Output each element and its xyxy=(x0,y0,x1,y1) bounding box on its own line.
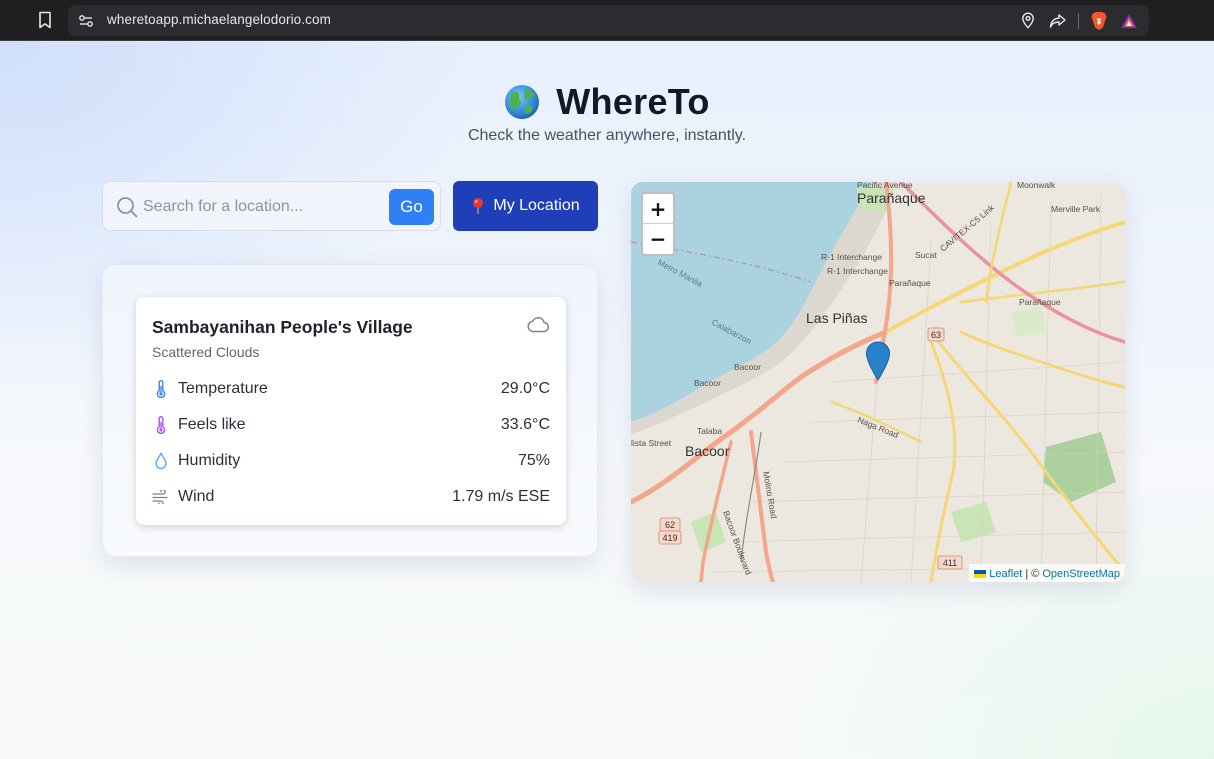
weather-row-humidity: Humidity 75% xyxy=(152,449,550,473)
my-location-label: My Location xyxy=(493,197,580,214)
route-419-label: 419 xyxy=(662,533,677,543)
paranaque-label: Parañaque xyxy=(857,190,926,206)
thermometer-icon xyxy=(152,415,170,435)
feels-like-value: 33.6°C xyxy=(500,416,550,433)
brave-rewards-icon[interactable] xyxy=(1119,11,1139,31)
cloud-icon xyxy=(527,317,550,333)
app-page: WhereTo Check the weather anywhere, inst… xyxy=(0,41,1214,759)
route-63-label: 63 xyxy=(931,330,941,340)
route-62-label: 62 xyxy=(665,520,675,530)
location-marker-icon[interactable] xyxy=(865,341,891,381)
zoom-out-button[interactable]: − xyxy=(643,224,673,254)
app-subtitle: Check the weather anywhere, instantly. xyxy=(467,127,747,144)
pacific-avenue-label: Pacific Avenue xyxy=(857,182,913,190)
weather-panel: Sambayanihan People's Village Scattered … xyxy=(102,264,598,557)
las-pinas-label: Las Piñas xyxy=(806,310,867,326)
globe-icon xyxy=(505,85,540,119)
temperature-value: 29.0°C xyxy=(500,380,550,397)
bacoor-road2-label: Bacoor xyxy=(694,378,721,388)
r1-interchange-b-label: R-1 Interchange xyxy=(827,266,888,276)
weather-row-feels-like: Feels like 33.6°C xyxy=(152,413,550,437)
merville-park-label: Merville Park xyxy=(1051,204,1101,214)
bookmark-icon[interactable] xyxy=(34,9,56,31)
toolbar-divider xyxy=(1078,12,1079,29)
moonwalk-label: Moonwalk xyxy=(1017,182,1056,190)
leaflet-link[interactable]: Leaflet xyxy=(989,568,1022,580)
brave-shields-icon[interactable] xyxy=(1089,11,1109,31)
pushpin-icon xyxy=(473,198,484,214)
share-icon[interactable] xyxy=(1048,11,1068,31)
site-settings-icon[interactable] xyxy=(78,13,94,29)
search-input[interactable] xyxy=(143,195,383,219)
wind-icon xyxy=(152,487,170,507)
weather-row-temperature: Temperature 29.0°C xyxy=(152,377,550,401)
route-411-label: 411 xyxy=(943,558,957,568)
wind-value: 1.79 m/s ESE xyxy=(452,488,550,505)
r1-interchange-a-label: R-1 Interchange xyxy=(821,252,882,262)
weather-row-wind: Wind 1.79 m/s ESE xyxy=(152,485,550,509)
map-tiles[interactable]: 63 62 419 411 Parañaque Las Piñas Bacoor… xyxy=(631,182,1125,582)
weather-card: Sambayanihan People's Village Scattered … xyxy=(136,297,566,525)
bacoor-label: Bacoor xyxy=(685,443,730,459)
droplet-icon xyxy=(152,451,170,471)
lista-street-label: lista Street xyxy=(631,438,672,448)
location-permission-icon[interactable] xyxy=(1018,11,1038,31)
humidity-value: 75% xyxy=(517,452,550,469)
paranaque-small-label: Parañaque xyxy=(889,278,931,288)
app-title: WhereTo xyxy=(556,81,710,122)
sucat-label: Sucat xyxy=(915,250,937,260)
weather-condition: Scattered Clouds xyxy=(152,344,260,360)
map-attribution: Leaflet | © OpenStreetMap xyxy=(969,564,1125,582)
bacoor-road-label: Bacoor xyxy=(734,362,761,372)
ukraine-flag-icon xyxy=(974,570,987,578)
zoom-control: + − xyxy=(641,192,675,256)
zoom-in-button[interactable]: + xyxy=(643,194,673,224)
humidity-label: Humidity xyxy=(178,452,241,469)
talaba-label: Talaba xyxy=(697,426,722,436)
thermometer-icon xyxy=(152,379,170,399)
my-location-button[interactable]: My Location xyxy=(453,181,598,231)
location-name: Sambayanihan People's Village xyxy=(152,317,413,337)
feels-like-label: Feels like xyxy=(178,416,246,433)
temperature-label: Temperature xyxy=(178,380,268,397)
app-header: WhereTo xyxy=(0,79,1214,125)
paranaque-district-label: Parañaque xyxy=(1019,297,1061,307)
openstreetmap-link[interactable]: OpenStreetMap xyxy=(1042,568,1120,580)
search-icon xyxy=(117,197,138,218)
wind-label: Wind xyxy=(178,488,215,505)
go-button[interactable]: Go xyxy=(389,189,434,225)
url-text[interactable]: wheretoapp.michaelangelodorio.com xyxy=(107,12,331,27)
browser-toolbar: wheretoapp.michaelangelodorio.com xyxy=(0,0,1214,41)
attribution-separator: | © xyxy=(1025,568,1040,580)
search-box: Go xyxy=(102,181,441,231)
address-bar[interactable]: wheretoapp.michaelangelodorio.com xyxy=(68,5,1149,36)
map-view[interactable]: 63 62 419 411 Parañaque Las Piñas Bacoor… xyxy=(631,182,1125,582)
